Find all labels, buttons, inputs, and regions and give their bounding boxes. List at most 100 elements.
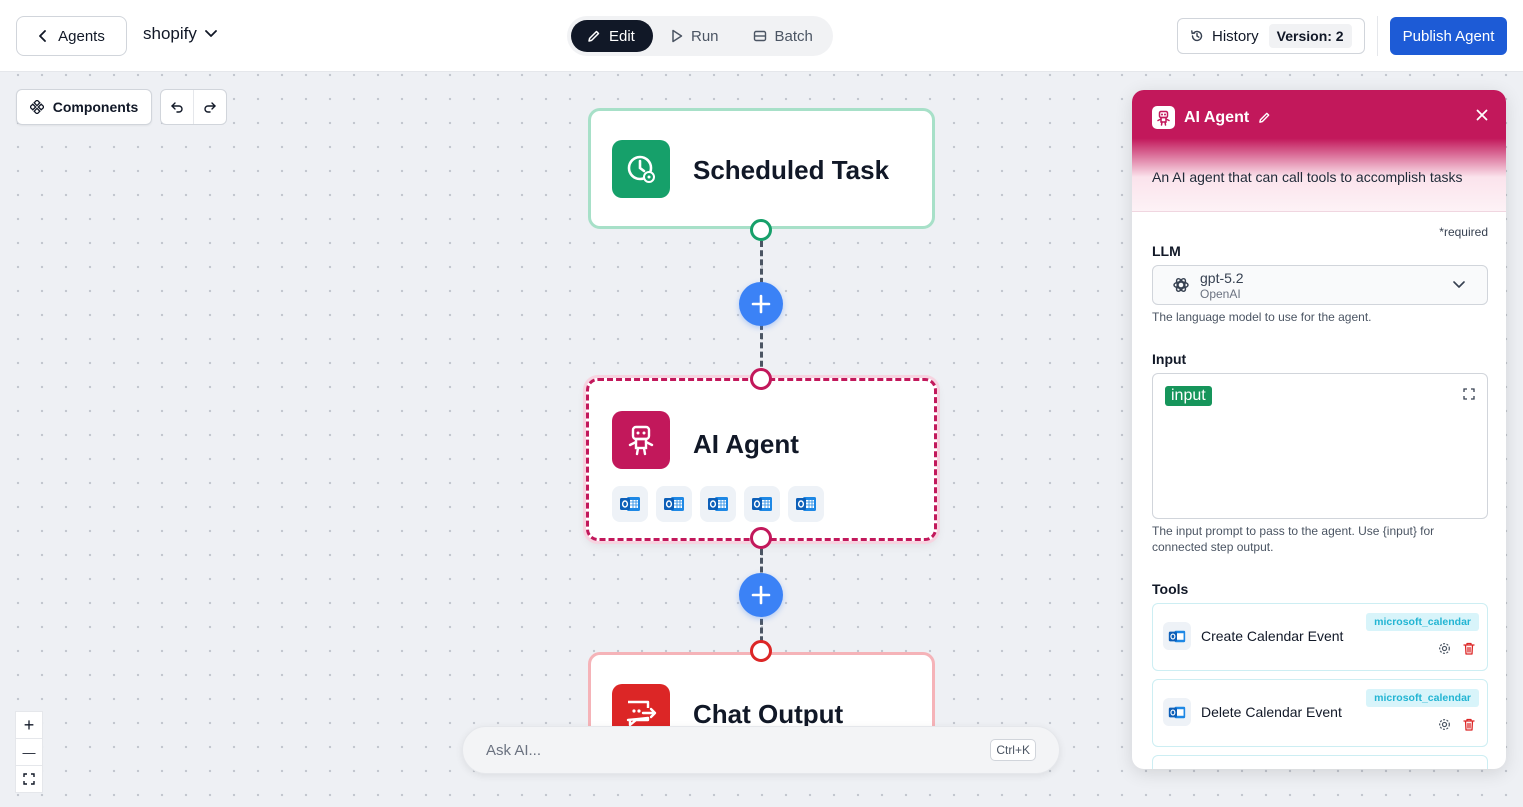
- publish-agent-button[interactable]: Publish Agent: [1390, 17, 1507, 55]
- llm-label: LLM: [1152, 243, 1181, 259]
- input-prompt-field[interactable]: input: [1152, 373, 1488, 519]
- redo-icon: [204, 102, 216, 113]
- panel-header: AI Agent An AI agent that can call tools…: [1132, 90, 1506, 212]
- chevron-down-icon: [1453, 281, 1465, 288]
- outlook-icon[interactable]: [656, 486, 692, 522]
- required-note: *required: [1439, 225, 1488, 239]
- llm-select[interactable]: gpt-5.2 OpenAI: [1152, 265, 1488, 305]
- undo-icon: [171, 102, 183, 113]
- llm-help: The language model to use for the agent.: [1152, 310, 1372, 324]
- pencil-icon: [588, 30, 600, 42]
- tool-card[interactable]: Delete Calendar Event microsoft_calendar: [1152, 679, 1488, 747]
- tool-chips: [612, 486, 824, 522]
- node-title: AI Agent: [693, 429, 799, 459]
- tool-card-partial[interactable]: [1152, 755, 1488, 769]
- project-selector[interactable]: shopify: [143, 24, 217, 44]
- edit-name-icon[interactable]: [1258, 111, 1271, 124]
- close-icon: [1476, 109, 1488, 121]
- expand-editor-button[interactable]: [1463, 387, 1475, 405]
- undo-redo-group: [160, 89, 227, 125]
- components-button[interactable]: Components: [16, 89, 152, 125]
- tool-provider-tag: microsoft_calendar: [1366, 613, 1479, 631]
- robot-icon: [612, 411, 670, 469]
- add-step-button[interactable]: [739, 573, 783, 617]
- node-title: Scheduled Task: [693, 155, 890, 185]
- input-help: The input prompt to pass to the agent. U…: [1152, 524, 1435, 554]
- add-step-button[interactable]: [739, 282, 783, 326]
- tool-delete-button[interactable]: [1463, 718, 1475, 736]
- ask-ai-input[interactable]: Ask AI...: [486, 742, 990, 759]
- history-button[interactable]: History Version: 2: [1177, 18, 1365, 54]
- outlook-icon: [1163, 622, 1191, 650]
- components-label: Components: [52, 99, 139, 115]
- plus-icon: [751, 294, 771, 314]
- robot-icon: [1152, 106, 1175, 129]
- clock-icon: [612, 140, 670, 198]
- back-label: Agents: [58, 27, 105, 45]
- tab-run-label: Run: [691, 27, 719, 45]
- output-handle[interactable]: [750, 219, 772, 241]
- tool-delete-button[interactable]: [1463, 642, 1475, 660]
- output-handle[interactable]: [750, 527, 772, 549]
- outlook-icon[interactable]: [744, 486, 780, 522]
- zoom-out-button[interactable]: —: [16, 738, 42, 765]
- zoom-controls: + —: [15, 711, 43, 793]
- version-badge: Version: 2: [1268, 24, 1352, 48]
- node-config-panel: AI Agent An AI agent that can call tools…: [1132, 90, 1506, 769]
- back-to-agents-button[interactable]: Agents: [16, 16, 127, 56]
- shortcut-badge: Ctrl+K: [990, 739, 1036, 761]
- batch-icon: [753, 30, 766, 42]
- header-divider: [1377, 16, 1378, 56]
- fit-view-icon: [23, 773, 35, 785]
- close-panel-button[interactable]: [1476, 108, 1488, 126]
- history-icon: [1191, 30, 1203, 42]
- panel-description: An AI agent that can call tools to accom…: [1152, 169, 1463, 185]
- tab-batch-label: Batch: [774, 27, 813, 45]
- expand-icon: [1463, 388, 1475, 400]
- top-bar: Agents shopify Edit Run Batch History Ve…: [0, 0, 1523, 72]
- zoom-in-button[interactable]: +: [16, 712, 42, 738]
- outlook-icon[interactable]: [612, 486, 648, 522]
- node-ai-agent[interactable]: AI Agent: [586, 378, 937, 541]
- history-label: History: [1212, 27, 1259, 45]
- fit-view-button[interactable]: [16, 765, 42, 792]
- tool-card[interactable]: Create Calendar Event microsoft_calendar: [1152, 603, 1488, 671]
- chevron-down-icon: [204, 30, 217, 37]
- tool-provider-tag: microsoft_calendar: [1366, 689, 1479, 707]
- tool-name: Delete Calendar Event: [1201, 704, 1342, 720]
- ask-ai-bar[interactable]: Ask AI... Ctrl+K: [462, 726, 1060, 774]
- tools-label: Tools: [1152, 581, 1189, 597]
- tool-settings-button[interactable]: [1438, 642, 1451, 660]
- tool-name: Create Calendar Event: [1201, 628, 1344, 644]
- plus-icon: [751, 585, 771, 605]
- node-scheduled-task[interactable]: Scheduled Task: [588, 108, 935, 229]
- project-name: shopify: [143, 24, 197, 43]
- outlook-icon: [1163, 698, 1191, 726]
- outlook-icon[interactable]: [788, 486, 824, 522]
- chevron-left-icon: [39, 30, 47, 42]
- undo-button[interactable]: [161, 90, 193, 124]
- trash-icon: [1463, 718, 1475, 731]
- input-label: Input: [1152, 351, 1187, 367]
- play-icon: [672, 29, 683, 43]
- tab-edit[interactable]: Edit: [571, 20, 653, 52]
- input-handle[interactable]: [750, 368, 772, 390]
- gear-icon: [1439, 719, 1450, 730]
- gear-icon: [1439, 643, 1450, 654]
- input-handle[interactable]: [750, 640, 772, 662]
- tab-run[interactable]: Run: [655, 20, 735, 52]
- openai-icon: [1173, 278, 1189, 292]
- trash-icon: [1463, 642, 1475, 655]
- tab-edit-label: Edit: [609, 27, 635, 45]
- mode-switcher: Edit Run Batch: [567, 16, 833, 56]
- redo-button[interactable]: [193, 90, 226, 124]
- outlook-icon[interactable]: [700, 486, 736, 522]
- tab-batch[interactable]: Batch: [737, 20, 829, 52]
- panel-title-text: AI Agent: [1184, 108, 1250, 126]
- tool-settings-button[interactable]: [1438, 718, 1451, 736]
- variable-tag[interactable]: input: [1165, 386, 1212, 406]
- panel-title: AI Agent: [1152, 106, 1271, 129]
- components-icon: [29, 100, 44, 114]
- llm-model: gpt-5.2: [1200, 270, 1244, 286]
- llm-provider: OpenAI: [1200, 287, 1241, 301]
